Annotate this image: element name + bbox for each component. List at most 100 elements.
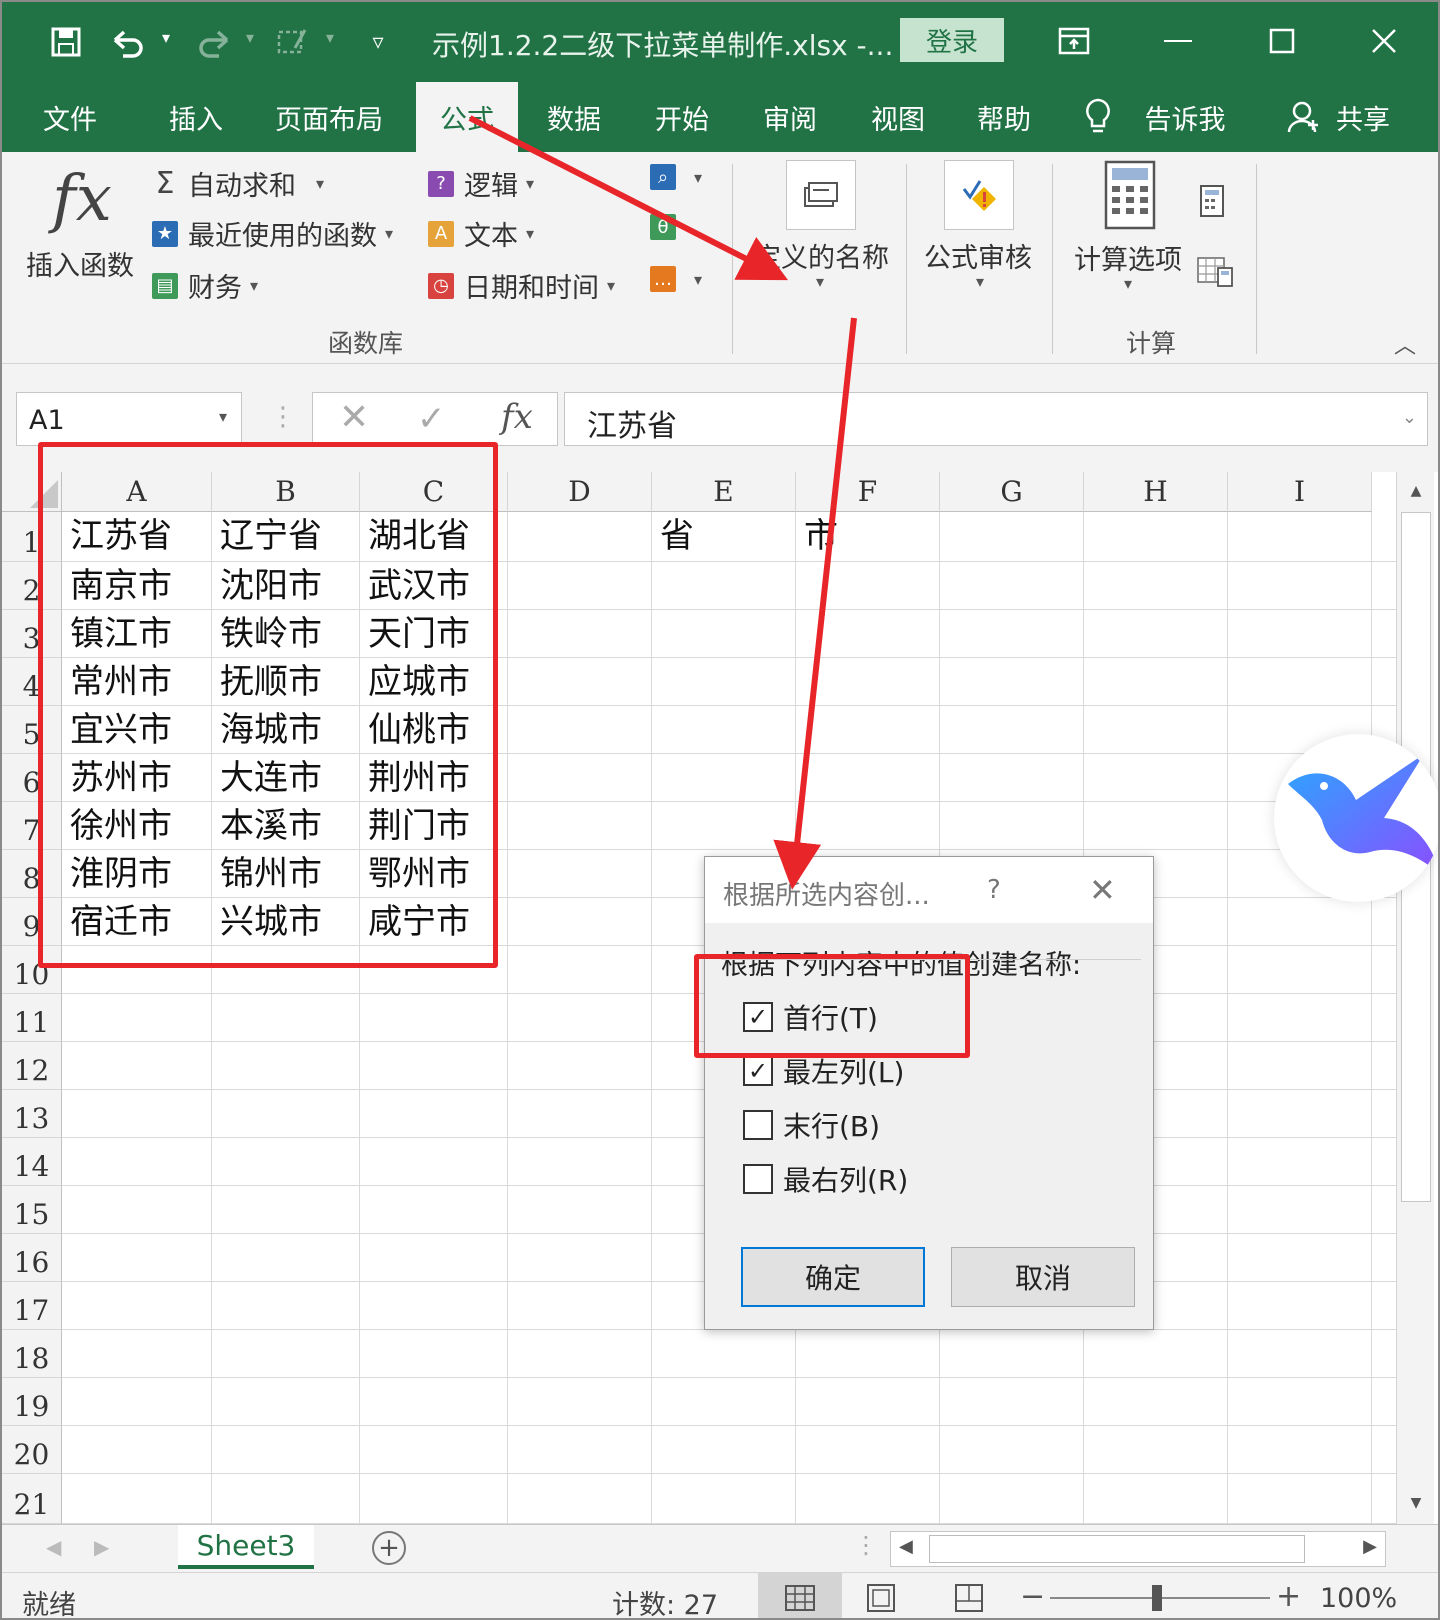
column-header-f[interactable]: F — [796, 472, 940, 512]
column-header-d[interactable]: D — [508, 472, 652, 512]
row-header-19[interactable]: 19 — [2, 1378, 62, 1426]
insert-function-icon[interactable]: fx — [501, 397, 533, 437]
cell-a4[interactable]: 常州市 — [62, 658, 212, 706]
column-header-b[interactable]: B — [212, 472, 360, 512]
scroll-up-icon[interactable]: ▲ — [1401, 476, 1431, 506]
cell-b4[interactable]: 抚顺市 — [212, 658, 360, 706]
cell-c3[interactable]: 天门市 — [360, 610, 508, 658]
option-bottom-row[interactable]: 末行(B) — [743, 1105, 880, 1145]
calc-options-dropdown-icon[interactable]: ▾ — [1124, 274, 1132, 293]
more-functions-button[interactable]: … ▾ — [650, 266, 702, 292]
maximize-icon[interactable] — [1252, 16, 1312, 66]
row-header-10[interactable]: 10 — [2, 946, 62, 994]
row-header-7[interactable]: 7 — [2, 802, 62, 850]
customize-toolbar-icon[interactable]: ▿ — [356, 20, 400, 64]
cell-a3[interactable]: 镇江市 — [62, 610, 212, 658]
column-header-h[interactable]: H — [1084, 472, 1228, 512]
confirm-entry-icon[interactable]: ✓ — [417, 399, 446, 439]
redo-dropdown-icon[interactable]: ▾ — [246, 28, 254, 47]
scroll-right-icon[interactable]: ▶ — [1363, 1536, 1377, 1557]
option-left-column[interactable]: ✓ 最左列(L) — [743, 1051, 904, 1091]
row-header-5[interactable]: 5 — [2, 706, 62, 754]
zoom-level[interactable]: 100% — [1320, 1583, 1397, 1614]
name-box-dropdown-icon[interactable]: ▾ — [219, 407, 227, 426]
share-button[interactable]: 共享 — [1328, 82, 1398, 152]
dialog-close-icon[interactable]: ✕ — [1089, 871, 1116, 909]
name-tag-icon[interactable] — [786, 160, 856, 230]
row-header-9[interactable]: 9 — [2, 898, 62, 946]
calculate-now-icon[interactable] — [1198, 184, 1226, 225]
row-header-16[interactable]: 16 — [2, 1234, 62, 1282]
cell-c7[interactable]: 荆门市 — [360, 802, 508, 850]
minimize-icon[interactable] — [1148, 16, 1208, 66]
format-painter-icon[interactable] — [270, 20, 314, 64]
name-box[interactable]: A1 ▾ — [16, 392, 242, 446]
vertical-scrollbar[interactable]: ▲ ▼ — [1396, 472, 1434, 1524]
dialog-help-icon[interactable]: ? — [987, 875, 1001, 905]
row-header-20[interactable]: 20 — [2, 1426, 62, 1474]
calculation-options-button[interactable]: 计算选项 — [1074, 238, 1182, 277]
zoom-out-icon[interactable]: − — [1020, 1579, 1045, 1614]
column-header-i[interactable]: I — [1228, 472, 1372, 512]
collapse-ribbon-icon[interactable]: ︿ — [1394, 328, 1416, 360]
audit-warning-icon[interactable] — [944, 160, 1014, 230]
checkbox-right-column[interactable] — [743, 1164, 773, 1194]
scroll-down-icon[interactable]: ▼ — [1401, 1488, 1431, 1518]
cell-c2[interactable]: 武汉市 — [360, 562, 508, 610]
checkbox-top-row[interactable]: ✓ — [743, 1002, 773, 1032]
row-header-3[interactable]: 3 — [2, 610, 62, 658]
math-button[interactable]: θ — [650, 214, 686, 240]
row-header-12[interactable]: 12 — [2, 1042, 62, 1090]
tell-me-search[interactable]: 告诉我 — [1130, 82, 1240, 152]
undo-icon[interactable] — [106, 20, 150, 64]
horizontal-scrollbar[interactable]: ◀ ▶ — [890, 1531, 1386, 1567]
cell-a6[interactable]: 苏州市 — [62, 754, 212, 802]
lookup-button[interactable]: ⌕ ▾ — [650, 164, 702, 190]
column-header-c[interactable]: C — [360, 472, 508, 512]
cell-c1[interactable]: 湖北省 — [360, 512, 508, 562]
column-header-g[interactable]: G — [940, 472, 1084, 512]
checkbox-left-column[interactable]: ✓ — [743, 1056, 773, 1086]
tab-insert[interactable]: 插入 — [148, 82, 244, 152]
save-icon[interactable] — [44, 20, 88, 64]
formula-auditing-button[interactable]: 公式审核 — [924, 236, 1032, 275]
row-header-15[interactable]: 15 — [2, 1186, 62, 1234]
cell-f1[interactable]: 市 — [796, 512, 940, 562]
scroll-left-icon[interactable]: ◀ — [899, 1536, 913, 1557]
page-break-view-icon[interactable] — [954, 1583, 984, 1618]
ribbon-display-icon[interactable] — [1044, 16, 1104, 66]
cell-b9[interactable]: 兴城市 — [212, 898, 360, 946]
hscroll-thumb[interactable] — [929, 1535, 1305, 1563]
cell-a8[interactable]: 淮阴市 — [62, 850, 212, 898]
defined-names-button[interactable]: 定义的名称 — [754, 236, 889, 275]
cell-a1[interactable]: 江苏省 — [62, 512, 212, 562]
cell-b7[interactable]: 本溪市 — [212, 802, 360, 850]
cell-a5[interactable]: 宜兴市 — [62, 706, 212, 754]
tab-page-layout[interactable]: 页面布局 — [264, 82, 394, 152]
cell-c6[interactable]: 荆州市 — [360, 754, 508, 802]
cell-b6[interactable]: 大连市 — [212, 754, 360, 802]
option-top-row[interactable]: ✓ 首行(T) — [743, 997, 878, 1037]
tab-help[interactable]: 帮助 — [956, 82, 1052, 152]
recent-functions-button[interactable]: ★ 最近使用的函数 ▾ — [152, 214, 393, 253]
add-sheet-icon[interactable]: + — [372, 1531, 406, 1565]
row-header-14[interactable]: 14 — [2, 1138, 62, 1186]
cell-a9[interactable]: 宿迁市 — [62, 898, 212, 946]
zoom-in-icon[interactable]: + — [1276, 1579, 1301, 1614]
row-header-13[interactable]: 13 — [2, 1090, 62, 1138]
sheet-tab-sheet3[interactable]: Sheet3 — [178, 1525, 314, 1569]
tab-review[interactable]: 审阅 — [742, 82, 838, 152]
undo-dropdown-icon[interactable]: ▾ — [162, 28, 170, 47]
tab-formulas[interactable]: 公式 — [416, 82, 518, 152]
cancel-button[interactable]: 取消 — [951, 1247, 1135, 1307]
cell-a2[interactable]: 南京市 — [62, 562, 212, 610]
row-header-11[interactable]: 11 — [2, 994, 62, 1042]
checkbox-bottom-row[interactable] — [743, 1110, 773, 1140]
calculator-icon[interactable] — [1102, 160, 1158, 237]
tab-file[interactable]: 文件 — [22, 82, 118, 152]
hummingbird-assistant-icon[interactable] — [1274, 734, 1438, 902]
autosum-button[interactable]: Σ 自动求和 ▾ — [152, 164, 325, 203]
row-header-18[interactable]: 18 — [2, 1330, 62, 1378]
prev-sheet-icon[interactable]: ◀ — [46, 1535, 61, 1559]
cell-b3[interactable]: 铁岭市 — [212, 610, 360, 658]
